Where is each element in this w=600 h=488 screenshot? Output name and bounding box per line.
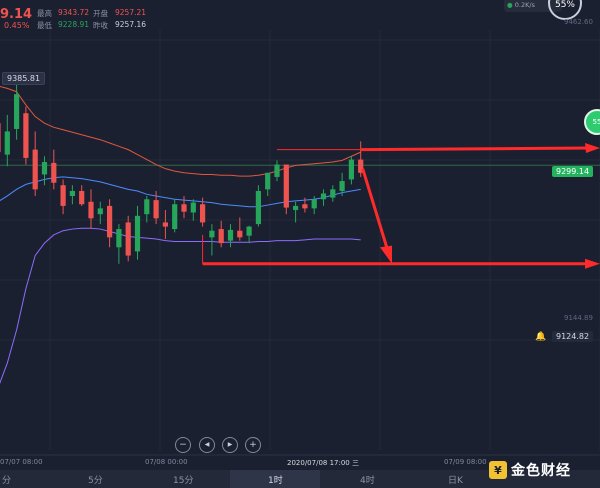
- candle-body: [255, 191, 261, 225]
- high-value: 9343.72: [58, 8, 90, 17]
- high-label: 最高: [37, 9, 52, 18]
- logo: ¥ 金色财经: [489, 459, 571, 481]
- candle-body: [330, 189, 336, 198]
- bell-icon[interactable]: 🔔: [535, 332, 546, 342]
- candle-body: [60, 185, 66, 206]
- timeframe-tab-1h[interactable]: 1时: [268, 473, 283, 486]
- candle-body: [41, 162, 48, 175]
- candle-body: [69, 191, 75, 196]
- trading-chart-screen: 9.14 0.45% 最高 9343.72 开盘 9257.21 最低 9228…: [0, 0, 600, 488]
- zoom-out-button[interactable]: −: [175, 437, 191, 453]
- candle-body: [172, 204, 178, 230]
- last-price: 9.14: [0, 7, 33, 22]
- upper-arrow-head: [585, 142, 600, 153]
- low-value: 9228.91: [58, 20, 90, 29]
- down-arrow-head: [380, 245, 392, 264]
- logo-icon: ¥: [489, 461, 507, 479]
- lower-band-line: [0, 227, 361, 385]
- time-label-2: 07/08 00:00: [145, 458, 188, 466]
- timeframe-tab-4h[interactable]: 4时: [360, 473, 375, 486]
- scale-top: 9462.60: [564, 18, 593, 26]
- candle-body: [107, 205, 113, 238]
- candle-body: [23, 113, 29, 158]
- prev-close-value: 9257.16: [115, 20, 147, 29]
- zoom-in-button[interactable]: +: [245, 437, 261, 453]
- candle-body: [116, 229, 122, 248]
- kline-chart[interactable]: [0, 0, 600, 470]
- candle-body: [218, 229, 224, 244]
- current-price-tag: 9299.14: [552, 166, 594, 177]
- candle-body: [200, 204, 206, 223]
- down-arrow-shaft: [361, 168, 390, 252]
- time-label-1: 07/07 08:00: [0, 458, 43, 466]
- low-label: 最低: [37, 21, 52, 30]
- candle-body: [125, 222, 131, 256]
- timeframe-tab-15min[interactable]: 15分: [173, 473, 193, 486]
- candle-body: [32, 149, 38, 190]
- candle-body: [0, 123, 1, 153]
- candle-body: [88, 201, 94, 219]
- candle-body: [14, 94, 20, 129]
- prev-close-label: 昨收: [93, 21, 108, 30]
- candle-body: [162, 222, 168, 227]
- candle-body: [227, 229, 234, 241]
- change-percent: 0.45%: [4, 21, 30, 30]
- candle-body: [311, 199, 317, 209]
- high-price-tag: 9385.81: [2, 72, 46, 85]
- candle-body: [190, 202, 196, 213]
- timeframe-tab-5min[interactable]: 5分: [88, 473, 103, 486]
- alert-price-tag[interactable]: 9124.82: [552, 331, 594, 342]
- candle-body: [51, 162, 57, 183]
- time-label-cursor: 2020/07/08 17:00 三: [287, 459, 359, 467]
- candle-body: [181, 204, 187, 212]
- candle-body: [209, 230, 215, 238]
- candle-body: [97, 208, 103, 215]
- candle-body: [274, 164, 280, 177]
- prev-button[interactable]: ◀: [199, 437, 215, 453]
- candle-body: [237, 230, 243, 238]
- candle-body: [320, 193, 327, 200]
- candle-body: [283, 164, 289, 208]
- candle-body: [153, 200, 159, 219]
- timeframe-tab-minute[interactable]: 分: [2, 473, 11, 486]
- lower-arrow-head: [585, 258, 600, 269]
- scale-low: 9144.89: [564, 314, 593, 322]
- time-label-4: 07/09 08:00: [444, 458, 487, 466]
- candle-body: [4, 131, 10, 155]
- candle-body: [246, 226, 252, 236]
- next-button[interactable]: ▶: [222, 437, 238, 453]
- candle-body: [265, 172, 271, 190]
- candle-body: [79, 191, 85, 205]
- candle-body: [134, 215, 141, 252]
- candle-body: [302, 204, 308, 209]
- upper-arrow-shaft: [360, 146, 591, 152]
- candle-body: [348, 159, 354, 180]
- timeframe-tab-day[interactable]: 日K: [448, 473, 463, 486]
- open-value: 9257.21: [115, 8, 147, 17]
- candle-body: [293, 205, 299, 211]
- open-label: 开盘: [93, 9, 108, 18]
- candle-body: [339, 181, 345, 192]
- candle-body: [144, 199, 150, 215]
